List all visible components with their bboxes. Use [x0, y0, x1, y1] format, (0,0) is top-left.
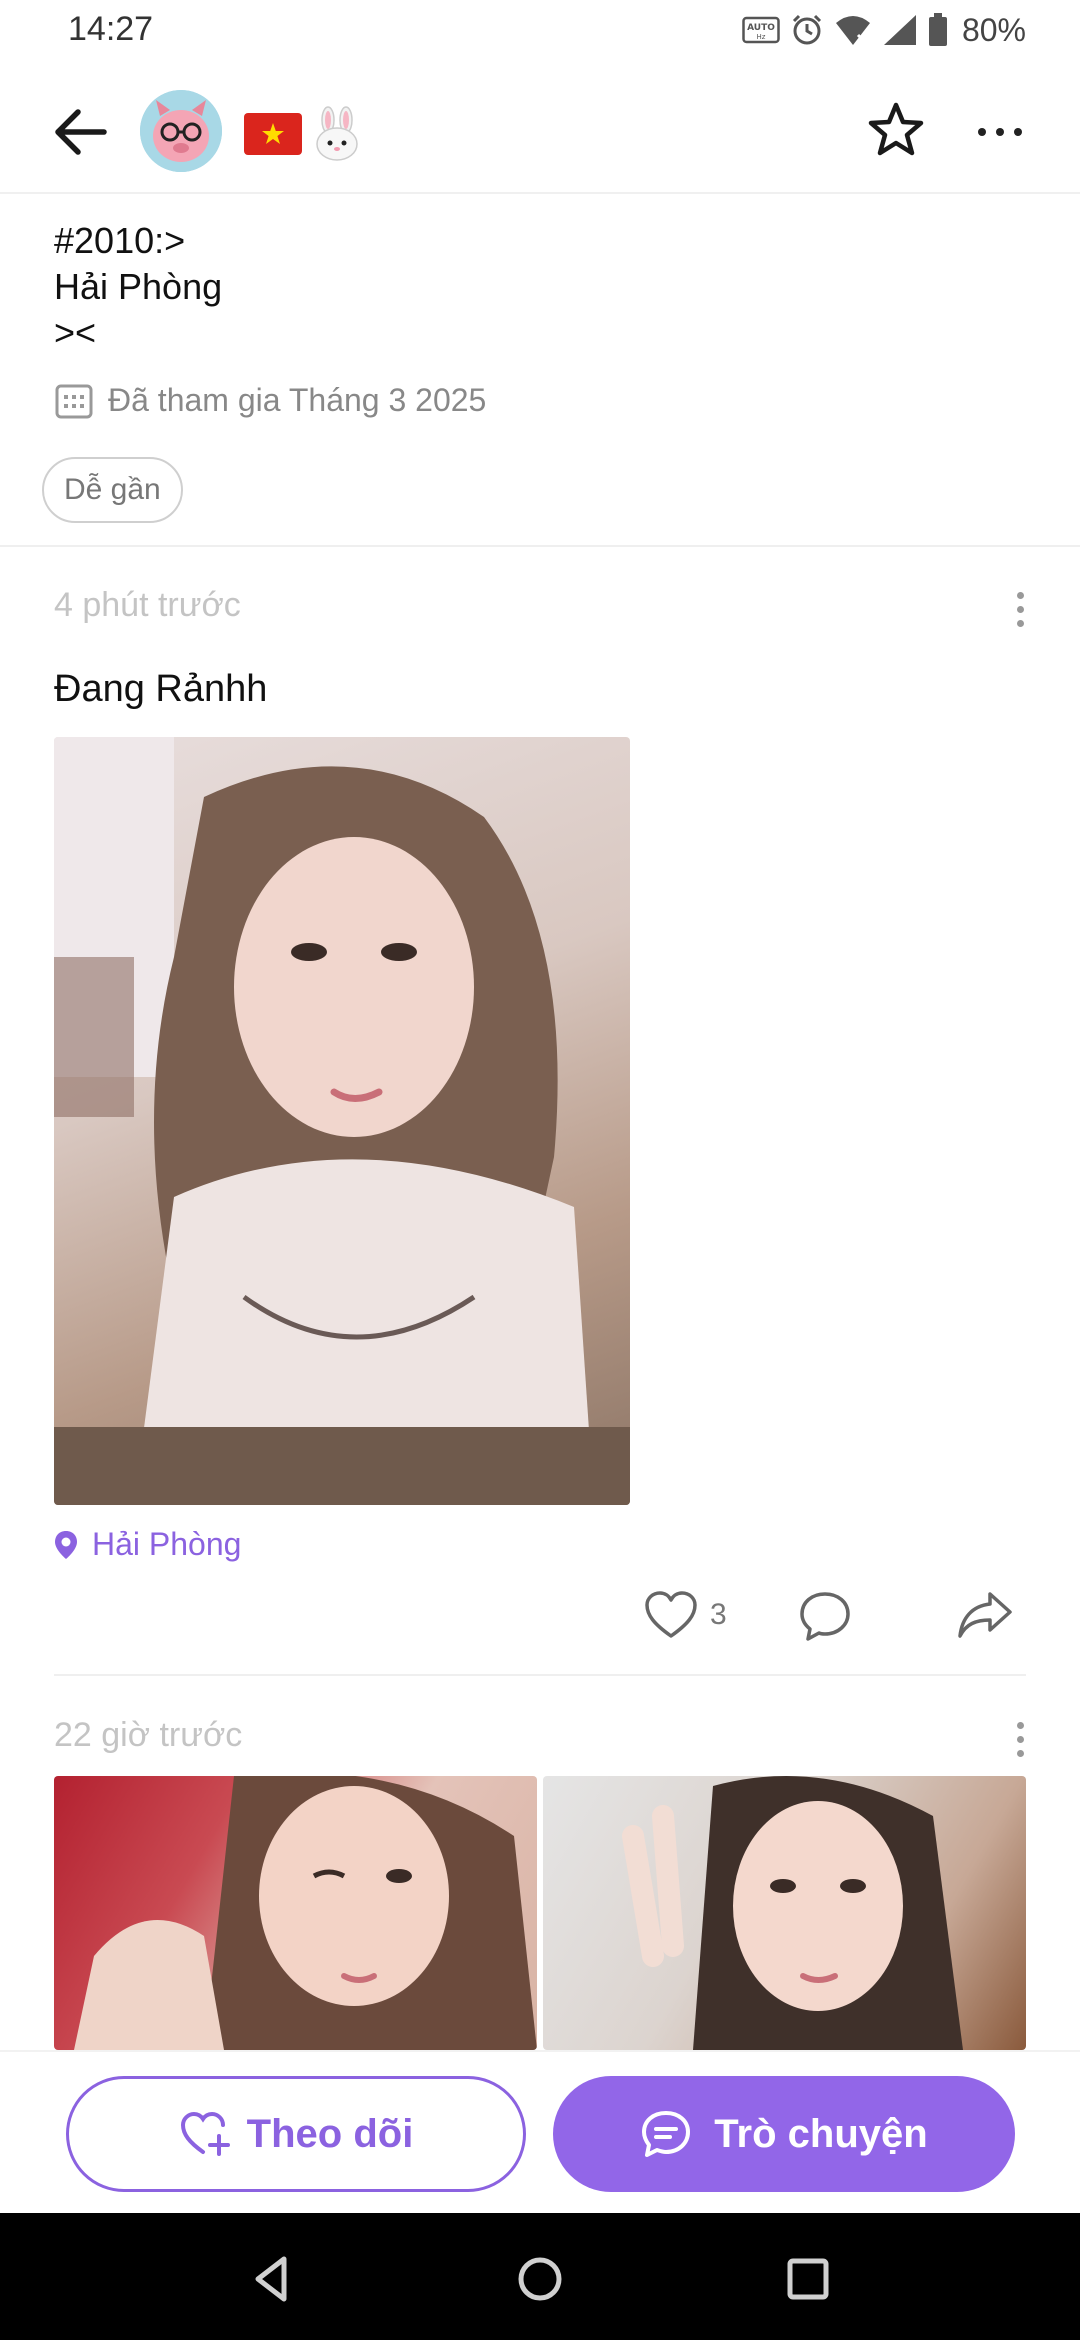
bio-line: #2010:>: [54, 220, 186, 261]
joined-date: Đã tham gia Tháng 3 2025: [54, 380, 486, 420]
status-bar: 14:27 AUTO Hz 80%: [0, 0, 1080, 60]
like-count: 3: [710, 1598, 727, 1631]
post-time: 4 phút trước: [54, 586, 241, 624]
post-divider: [54, 1674, 1026, 1676]
more-horizontal-icon[interactable]: [970, 112, 1030, 152]
post-actions: 3: [0, 1590, 1080, 1650]
system-nav-bar: [0, 2213, 1080, 2340]
photo-placeholder: [54, 737, 630, 1505]
post-photo[interactable]: [543, 1776, 1026, 2050]
heart-plus-icon: [180, 2111, 230, 2156]
calendar-icon: [55, 384, 93, 419]
signal-icon: [883, 15, 916, 45]
avatar[interactable]: [140, 90, 222, 172]
vietnam-flag-icon: [244, 113, 302, 155]
photo-placeholder: [74, 1776, 537, 2050]
chat-label: Trò chuyện: [714, 2111, 928, 2156]
like-button[interactable]: 3: [644, 1590, 727, 1640]
favorite-button[interactable]: [866, 100, 926, 160]
status-icons: AUTO Hz 80%: [742, 10, 1026, 50]
bottom-action-bar: Theo dõi Trò chuyện: [0, 2050, 1080, 2213]
profile-badges: [244, 106, 362, 162]
back-button[interactable]: [50, 104, 110, 160]
profile-bio: #2010:> Hải Phòng ><: [54, 218, 222, 356]
comment-icon: [800, 1592, 850, 1641]
share-button[interactable]: [956, 1590, 1014, 1645]
section-divider: [0, 545, 1080, 547]
comment-button[interactable]: [798, 1590, 852, 1647]
arrow-left-icon: [55, 109, 107, 155]
bio-line: Hải Phòng: [54, 266, 223, 307]
nav-home-icon[interactable]: [512, 2251, 568, 2307]
follow-button[interactable]: Theo dõi: [66, 2076, 526, 2192]
battery-icon: [928, 13, 947, 46]
auto-hz-icon: AUTO Hz: [742, 16, 780, 44]
nav-back-icon[interactable]: [244, 2251, 300, 2307]
wifi-icon: [835, 16, 870, 47]
bunny-icon: [316, 106, 358, 161]
location-pin-icon: [55, 1530, 77, 1559]
personality-tag[interactable]: Dễ gần: [42, 457, 183, 523]
profile-screen: 14:27 AUTO Hz 80% #2010:> Hải Phòng >< Đ…: [0, 0, 1080, 2340]
chat-bubble-icon: [642, 2111, 691, 2157]
post-photo[interactable]: [54, 1776, 537, 2050]
nav-recents-icon[interactable]: [780, 2251, 836, 2307]
svg-text:Hz: Hz: [756, 33, 765, 41]
share-icon: [958, 1592, 1012, 1638]
follow-label: Theo dõi: [246, 2111, 414, 2156]
pink-devil-glasses-avatar: [140, 90, 222, 172]
joined-text: Đã tham gia Tháng 3 2025: [108, 381, 487, 418]
heart-icon: [645, 1591, 697, 1638]
post-more-icon[interactable]: [1010, 592, 1030, 627]
alarm-icon: [792, 14, 822, 45]
bio-line: ><: [54, 312, 97, 353]
app-bar: [0, 86, 1080, 176]
status-time: 14:27: [68, 10, 154, 48]
post-location[interactable]: Hải Phòng: [54, 1526, 241, 1563]
location-text: Hải Phòng: [92, 1526, 242, 1562]
chat-button[interactable]: Trò chuyện: [553, 2076, 1015, 2192]
header-divider: [0, 192, 1080, 194]
post-more-icon[interactable]: [1010, 1722, 1030, 1757]
star-icon: [868, 102, 924, 156]
post-photo[interactable]: [54, 737, 630, 1505]
post-time: 22 giờ trước: [54, 1716, 243, 1754]
battery-percent: 80%: [961, 11, 1026, 48]
photo-placeholder: [622, 1776, 963, 2050]
post-text: Đang Rảnhh: [54, 668, 268, 710]
svg-text:AUTO: AUTO: [747, 23, 775, 33]
